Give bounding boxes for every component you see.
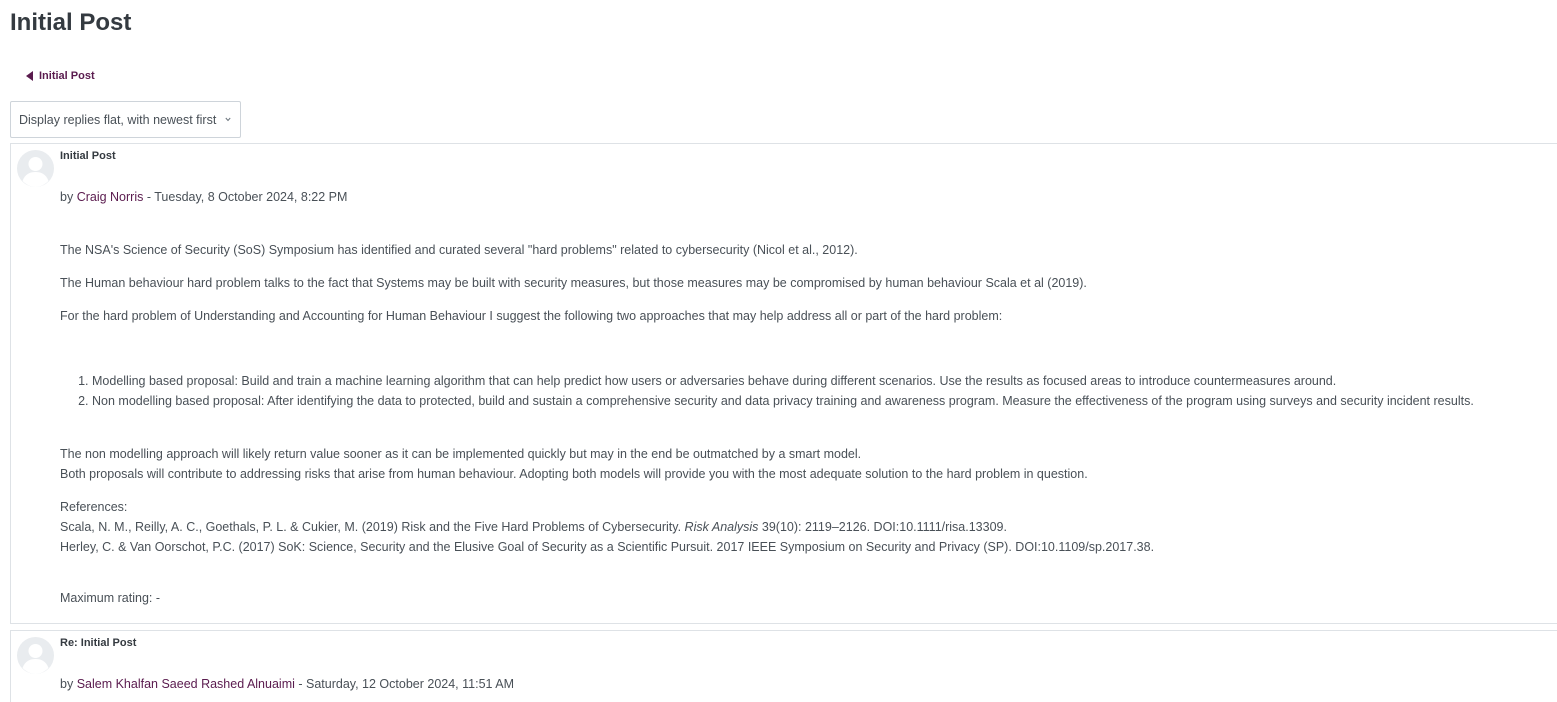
author-link[interactable]: Craig Norris (77, 190, 144, 204)
list-item: Modelling based proposal: Build and trai… (92, 371, 1550, 391)
references-block: References: Scala, N. M., Reilly, A. C.,… (60, 497, 1550, 557)
avatar-icon[interactable] (17, 150, 54, 187)
post-paragraph: For the hard problem of Understanding an… (60, 309, 1003, 323)
forum-post-reply: Re: Initial Post by Salem Khalfan Saeed … (10, 630, 1557, 702)
post-byline: by Craig Norris - Tuesday, 8 October 202… (60, 189, 347, 205)
caret-left-icon (26, 71, 33, 81)
post-paragraph: The NSA's Science of Security (SoS) Symp… (60, 243, 858, 257)
post-paragraph: The Human behaviour hard problem talks t… (60, 276, 1087, 290)
references-label: References: (60, 500, 128, 514)
post-byline: by Salem Khalfan Saeed Rashed Alnuaimi -… (60, 676, 514, 692)
reference-journal: Risk Analysis (684, 520, 759, 534)
by-prefix: by (60, 677, 77, 691)
back-to-parent-link[interactable]: Initial Post (26, 69, 95, 83)
post-body: The NSA's Science of Security (SoS) Symp… (60, 240, 1550, 570)
display-mode-value: Display replies flat, with newest first (19, 112, 217, 127)
post-subject: Re: Initial Post (60, 637, 137, 649)
post-date: - Tuesday, 8 October 2024, 8:22 PM (143, 190, 348, 204)
back-link-label: Initial Post (39, 70, 95, 82)
chevron-down-icon (225, 117, 231, 122)
post-rating: Maximum rating: - (60, 591, 161, 605)
by-prefix: by (60, 190, 77, 204)
discussion-page: Initial Post Initial Post Display replie… (0, 0, 1557, 702)
post-subject: Initial Post (60, 150, 116, 162)
reference-item: Herley, C. & Van Oorschot, P.C. (2017) S… (60, 540, 1155, 554)
forum-post: Initial Post by Craig Norris - Tuesday, … (10, 143, 1557, 624)
page-title: Initial Post (10, 9, 132, 36)
list-item: Non modelling based proposal: After iden… (92, 391, 1550, 411)
conclusion-line: The non modelling approach will likely r… (60, 447, 862, 461)
conclusion-block: The non modelling approach will likely r… (60, 444, 1550, 484)
reference-text: 39(10): 2119–2126. DOI:10.1111/risa.1330… (758, 520, 1007, 534)
post-date: - Saturday, 12 October 2024, 11:51 AM (294, 677, 515, 691)
reference-text: Scala, N. M., Reilly, A. C., Goethals, P… (60, 520, 685, 534)
reference-item: Scala, N. M., Reilly, A. C., Goethals, P… (60, 517, 1550, 537)
author-link[interactable]: Salem Khalfan Saeed Rashed Alnuaimi (77, 677, 295, 691)
proposal-list: Modelling based proposal: Build and trai… (60, 371, 1550, 411)
avatar-icon[interactable] (17, 637, 54, 674)
conclusion-line: Both proposals will contribute to addres… (60, 467, 1088, 481)
display-mode-select[interactable]: Display replies flat, with newest first (10, 101, 241, 138)
